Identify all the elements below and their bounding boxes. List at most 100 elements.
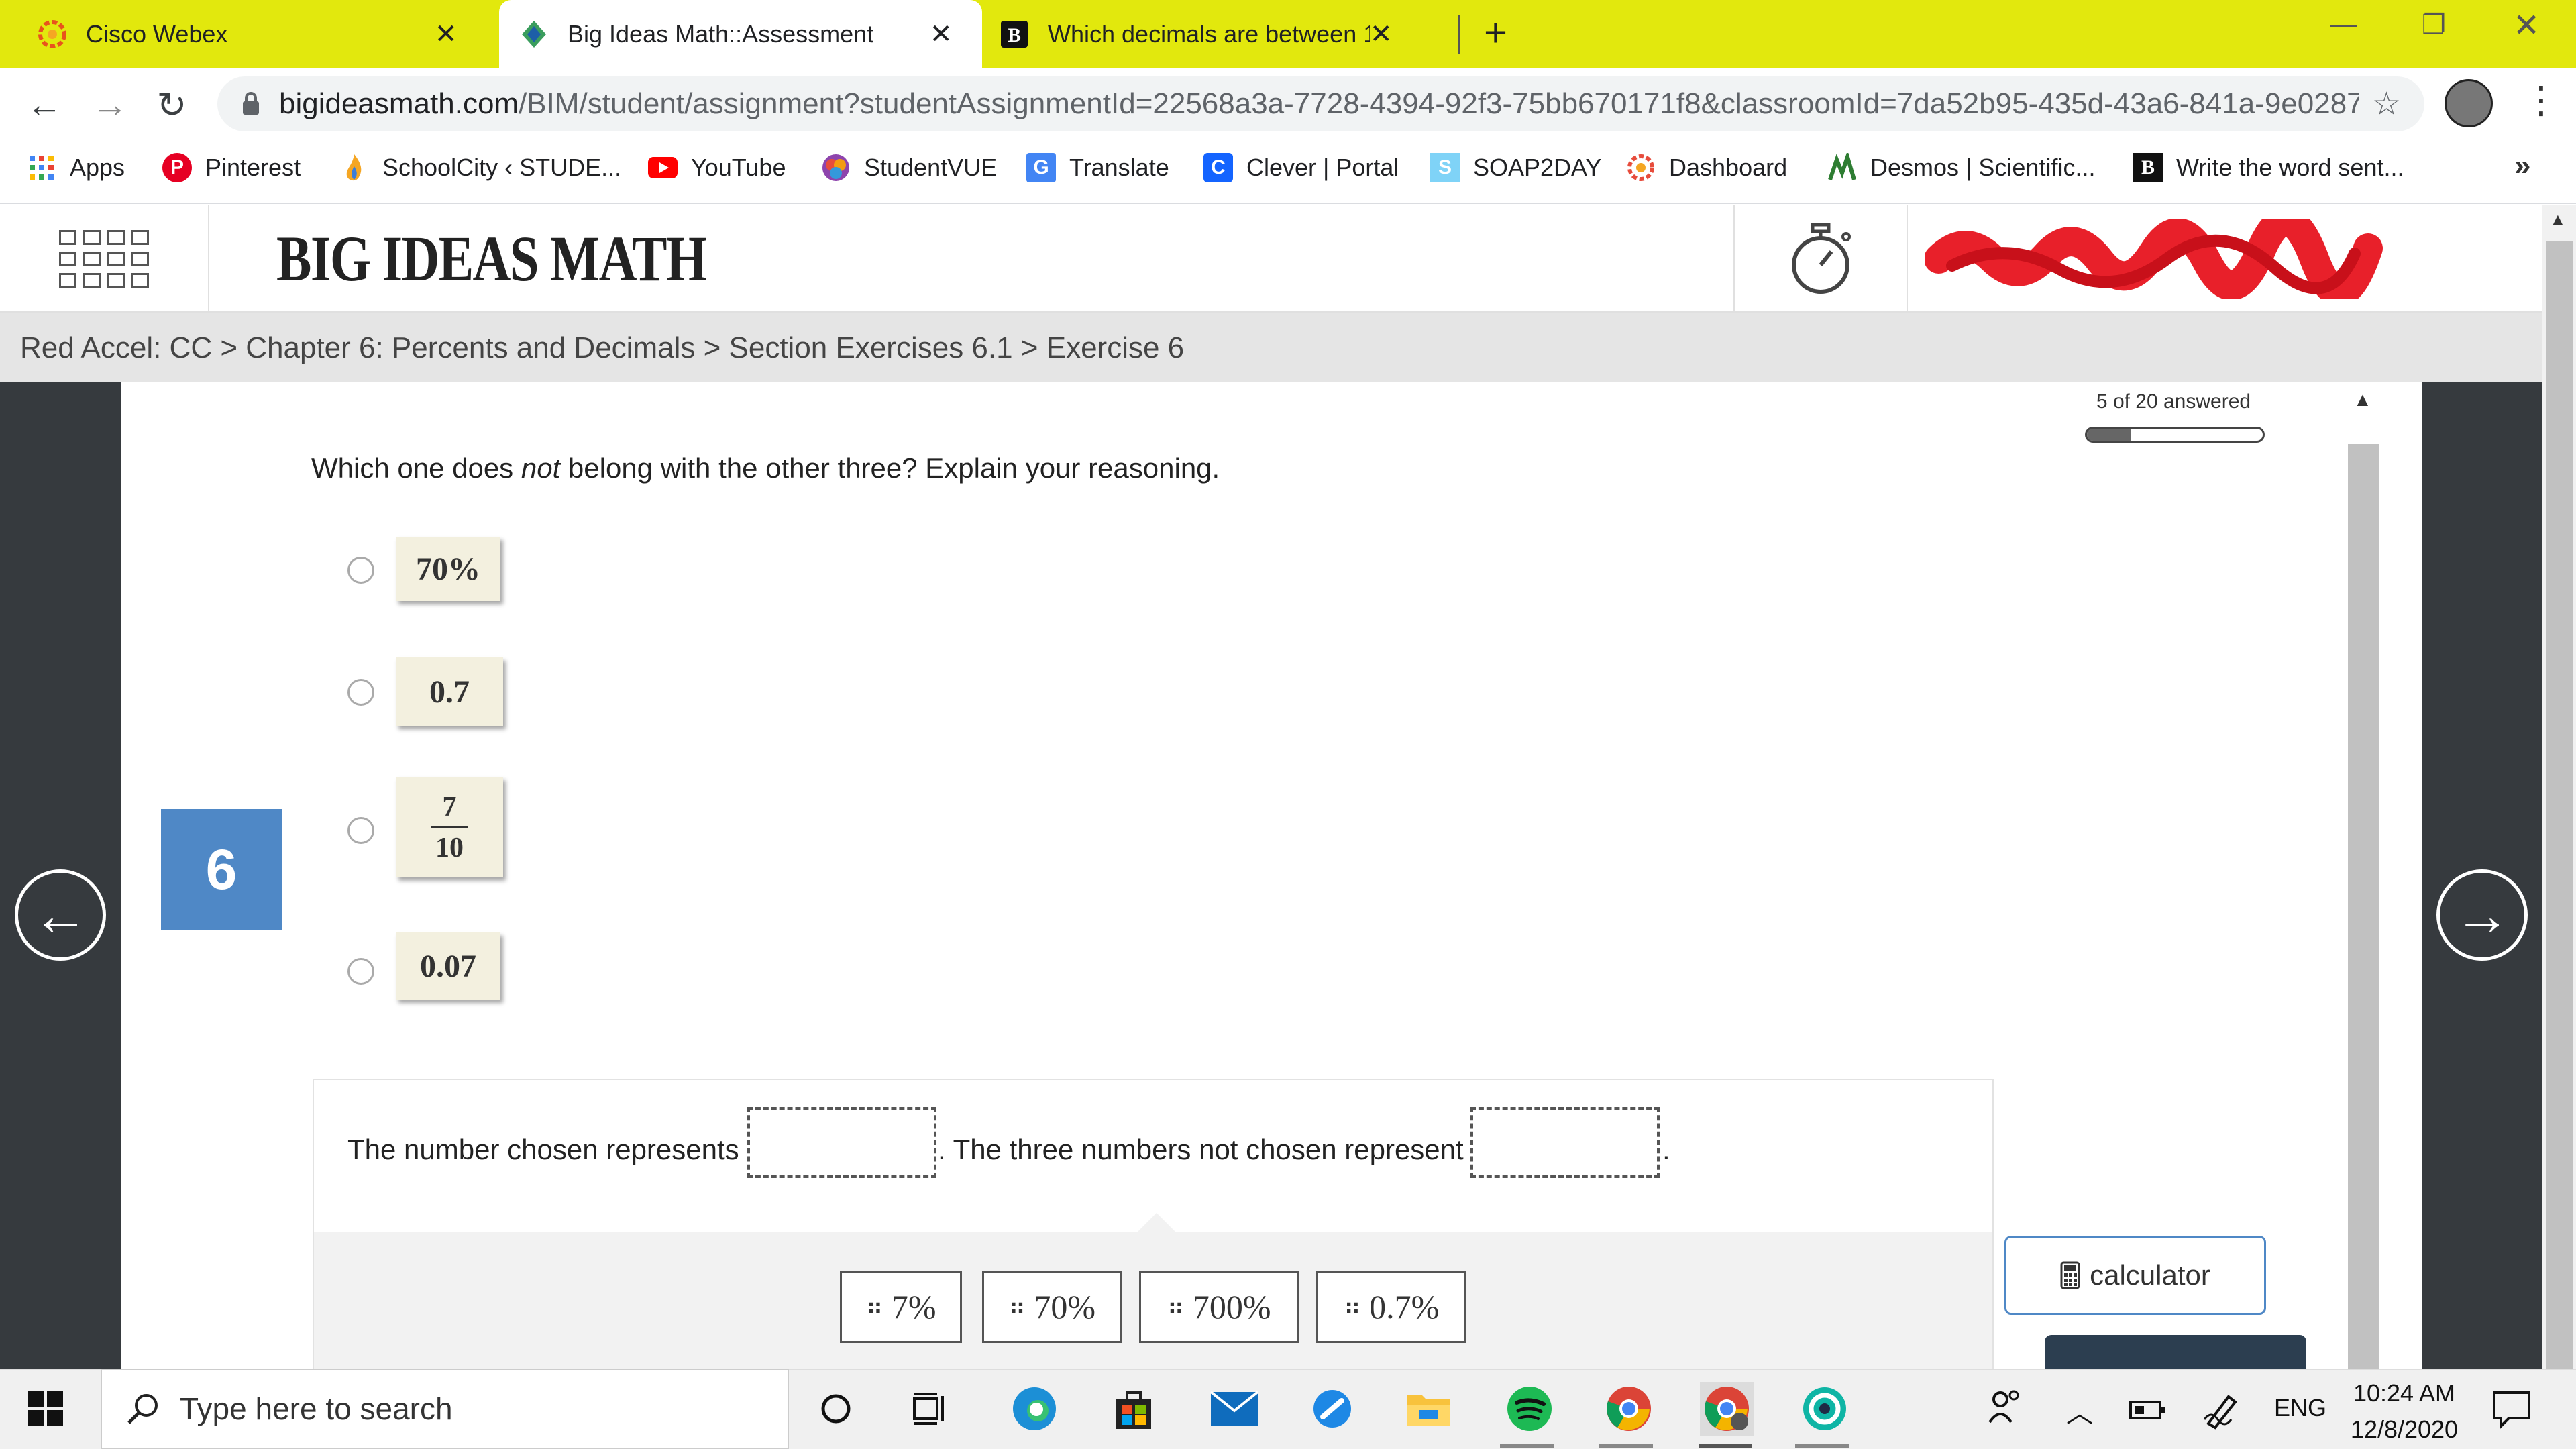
url-host: bigideasmath.com xyxy=(279,87,519,120)
tab-webex[interactable]: Cisco Webex ✕ xyxy=(38,0,487,68)
restore-button[interactable]: ❐ xyxy=(2422,9,2446,40)
answer-tile-70-percent[interactable]: ⠶ 70% xyxy=(982,1271,1122,1343)
tab-title: Which decimals are between 10% xyxy=(1048,20,1370,48)
fraction-denominator: 10 xyxy=(435,832,464,863)
store-icon[interactable] xyxy=(1107,1382,1161,1436)
star-icon[interactable]: ☆ xyxy=(2372,85,2401,123)
choice-c-radio[interactable] xyxy=(347,817,374,844)
forward-button[interactable]: → xyxy=(90,85,130,125)
question-number-badge[interactable]: 6 xyxy=(161,809,282,930)
webex-teams-icon[interactable] xyxy=(1798,1382,1851,1436)
bookmark-dashboard[interactable]: Dashboard xyxy=(1626,146,1787,189)
tile-label: 700% xyxy=(1192,1288,1271,1326)
choice-b[interactable]: 0.7 xyxy=(396,657,503,726)
timer-button[interactable] xyxy=(1733,205,1908,313)
close-tab-icon[interactable]: ✕ xyxy=(435,19,458,50)
bookmark-pinterest[interactable]: P Pinterest xyxy=(162,146,301,189)
choice-b-radio[interactable] xyxy=(347,679,374,706)
remote-desktop-icon[interactable] xyxy=(1305,1382,1359,1436)
sentence-part-1: The number chosen represents xyxy=(347,1134,739,1165)
bookmark-soap2day[interactable]: S SOAP2DAY xyxy=(1430,146,1601,189)
reload-button[interactable]: ↻ xyxy=(152,85,192,125)
taskbar-search[interactable]: Type here to search xyxy=(101,1368,789,1449)
edge-icon[interactable] xyxy=(1008,1382,1061,1436)
breadcrumb[interactable]: Red Accel: CC > Chapter 6: Percents and … xyxy=(20,331,1184,365)
drop-target-2[interactable] xyxy=(1470,1107,1660,1178)
bookmark-youtube[interactable]: YouTube xyxy=(648,146,786,189)
cortana-icon[interactable] xyxy=(809,1382,863,1436)
sentence-part-2: . The three numbers not chosen represent xyxy=(938,1134,1464,1165)
tab-bim[interactable]: Big Ideas Math::Assessment ✕ xyxy=(499,0,982,68)
calculator-icon xyxy=(2060,1261,2080,1289)
fraction-bar xyxy=(431,826,468,828)
webex-running-indicator xyxy=(1795,1444,1849,1448)
choice-d-radio[interactable] xyxy=(347,958,374,985)
arrow-left-icon: ← xyxy=(32,883,89,947)
drag-handle-icon: ⠶ xyxy=(865,1293,883,1320)
language-indicator[interactable]: ENG xyxy=(2274,1394,2326,1422)
chrome-profile-icon[interactable] xyxy=(1700,1382,1754,1436)
brainly-icon: B xyxy=(1000,19,1029,49)
chrome-icon[interactable] xyxy=(1602,1382,1656,1436)
progress-bar xyxy=(2085,427,2265,443)
bookmark-label: Translate xyxy=(1069,154,1169,181)
choice-d[interactable]: 0.07 xyxy=(396,932,500,1000)
panel-notch xyxy=(1136,1213,1177,1233)
address-bar[interactable]: bigideasmath.com/BIM/student/assignment?… xyxy=(217,76,2424,131)
minimize-button[interactable]: — xyxy=(2330,9,2357,40)
translate-icon: G xyxy=(1026,153,1056,182)
next-exercise-button[interactable]: → xyxy=(2436,869,2528,961)
file-explorer-icon[interactable] xyxy=(1402,1382,1456,1436)
profile-avatar[interactable] xyxy=(2445,79,2493,127)
pen-workspace-icon[interactable] xyxy=(2202,1390,2242,1434)
system-clock[interactable]: 10:24 AM 12/8/2020 xyxy=(2330,1375,2478,1448)
page-scroll-up-arrow-icon[interactable]: ▲ xyxy=(2549,209,2567,230)
bookmark-write-word[interactable]: B Write the word sent... xyxy=(2133,146,2404,189)
search-placeholder: Type here to search xyxy=(180,1391,453,1426)
calculator-button[interactable]: calculator xyxy=(2004,1236,2266,1315)
choice-a-radio[interactable] xyxy=(347,557,374,584)
pinterest-icon: P xyxy=(162,153,192,182)
tab-brainly[interactable]: B Which decimals are between 10% ✕ xyxy=(1000,0,1442,68)
tab-title: Big Ideas Math::Assessment xyxy=(568,20,874,48)
answer-tile-700-percent[interactable]: ⠶ 700% xyxy=(1139,1271,1299,1343)
arrow-right-icon: → xyxy=(2454,883,2510,947)
answer-tile-0-7-percent[interactable]: ⠶ 0.7% xyxy=(1316,1271,1466,1343)
bookmark-apps[interactable]: Apps xyxy=(27,146,125,189)
choice-c[interactable]: 7 10 xyxy=(396,777,503,877)
close-window-button[interactable]: ✕ xyxy=(2513,7,2540,44)
windows-start-icon[interactable] xyxy=(28,1391,63,1430)
tile-label: 0.7% xyxy=(1369,1288,1440,1326)
drop-target-1[interactable] xyxy=(747,1107,936,1178)
bookmark-desmos[interactable]: Desmos | Scientific... xyxy=(1827,146,2095,189)
battery-icon[interactable] xyxy=(2129,1399,2167,1424)
bookmark-schoolcity[interactable]: SchoolCity ‹ STUDE... xyxy=(339,146,621,189)
choice-a[interactable]: 70% xyxy=(396,537,500,601)
close-tab-icon[interactable]: ✕ xyxy=(930,19,953,50)
previous-exercise-button[interactable]: ← xyxy=(15,869,106,961)
notification-icon[interactable] xyxy=(2491,1389,2532,1432)
more-bookmarks-button[interactable]: » xyxy=(2514,149,2530,182)
bookmark-label: Desmos | Scientific... xyxy=(1870,154,2096,181)
bookmark-studentvue[interactable]: StudentVUE xyxy=(821,146,997,189)
url-text: bigideasmath.com/BIM/student/assignment?… xyxy=(279,87,2359,121)
back-button[interactable]: ← xyxy=(24,85,64,125)
apps-grid-icon xyxy=(27,153,56,182)
task-view-icon[interactable] xyxy=(904,1382,958,1436)
mail-icon[interactable] xyxy=(1208,1382,1261,1436)
page-scroll-thumb[interactable] xyxy=(2546,241,2573,1368)
answer-tile-7-percent[interactable]: ⠶ 7% xyxy=(840,1271,962,1343)
spotify-icon[interactable] xyxy=(1503,1382,1556,1436)
spotify-running-indicator xyxy=(1500,1444,1554,1448)
tab-title: Cisco Webex xyxy=(86,20,228,48)
app-grid-button[interactable] xyxy=(0,205,209,313)
people-icon[interactable] xyxy=(1987,1387,2022,1431)
show-hidden-icons-icon[interactable]: ︿ xyxy=(2066,1391,2093,1430)
bookmark-clever[interactable]: C Clever | Portal xyxy=(1203,146,1399,189)
new-tab-button[interactable]: + xyxy=(1484,9,1507,56)
scroll-up-arrow-icon[interactable]: ▲ xyxy=(2353,389,2372,411)
content-scroll-thumb[interactable] xyxy=(2348,444,2379,1368)
close-tab-icon[interactable]: ✕ xyxy=(1370,19,1393,50)
bookmark-translate[interactable]: G Translate xyxy=(1026,146,1169,189)
menu-kebab-icon[interactable]: ⋮ xyxy=(2522,78,2560,122)
